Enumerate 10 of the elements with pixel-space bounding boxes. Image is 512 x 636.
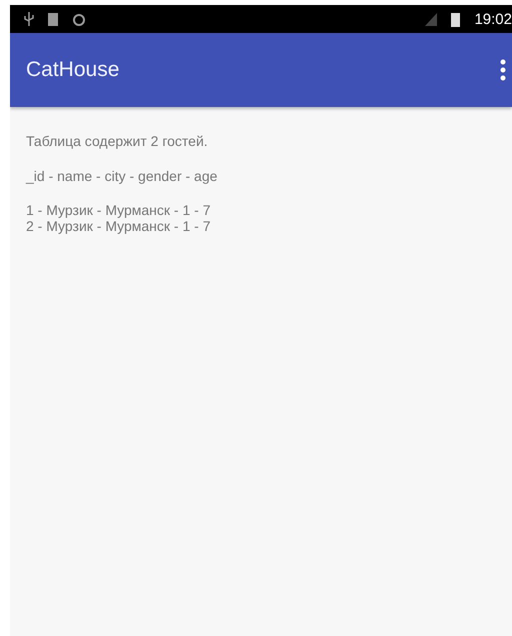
signal-icon <box>425 12 438 26</box>
usb-icon <box>24 12 34 26</box>
battery-icon <box>451 12 460 26</box>
column-header-text: _id - name - city - gender - age <box>26 168 218 184</box>
summary-text: Таблица содержит 2 гостей. <box>26 133 209 149</box>
more-options-icon[interactable] <box>500 59 506 81</box>
row-text: 2 - Мурзик - Мурманск - 1 - 7 <box>26 218 212 234</box>
app-title: CatHouse <box>26 58 120 82</box>
row-text: 1 - Мурзик - Мурманск - 1 - 7 <box>26 202 212 218</box>
status-time: 19:02 <box>474 10 512 28</box>
